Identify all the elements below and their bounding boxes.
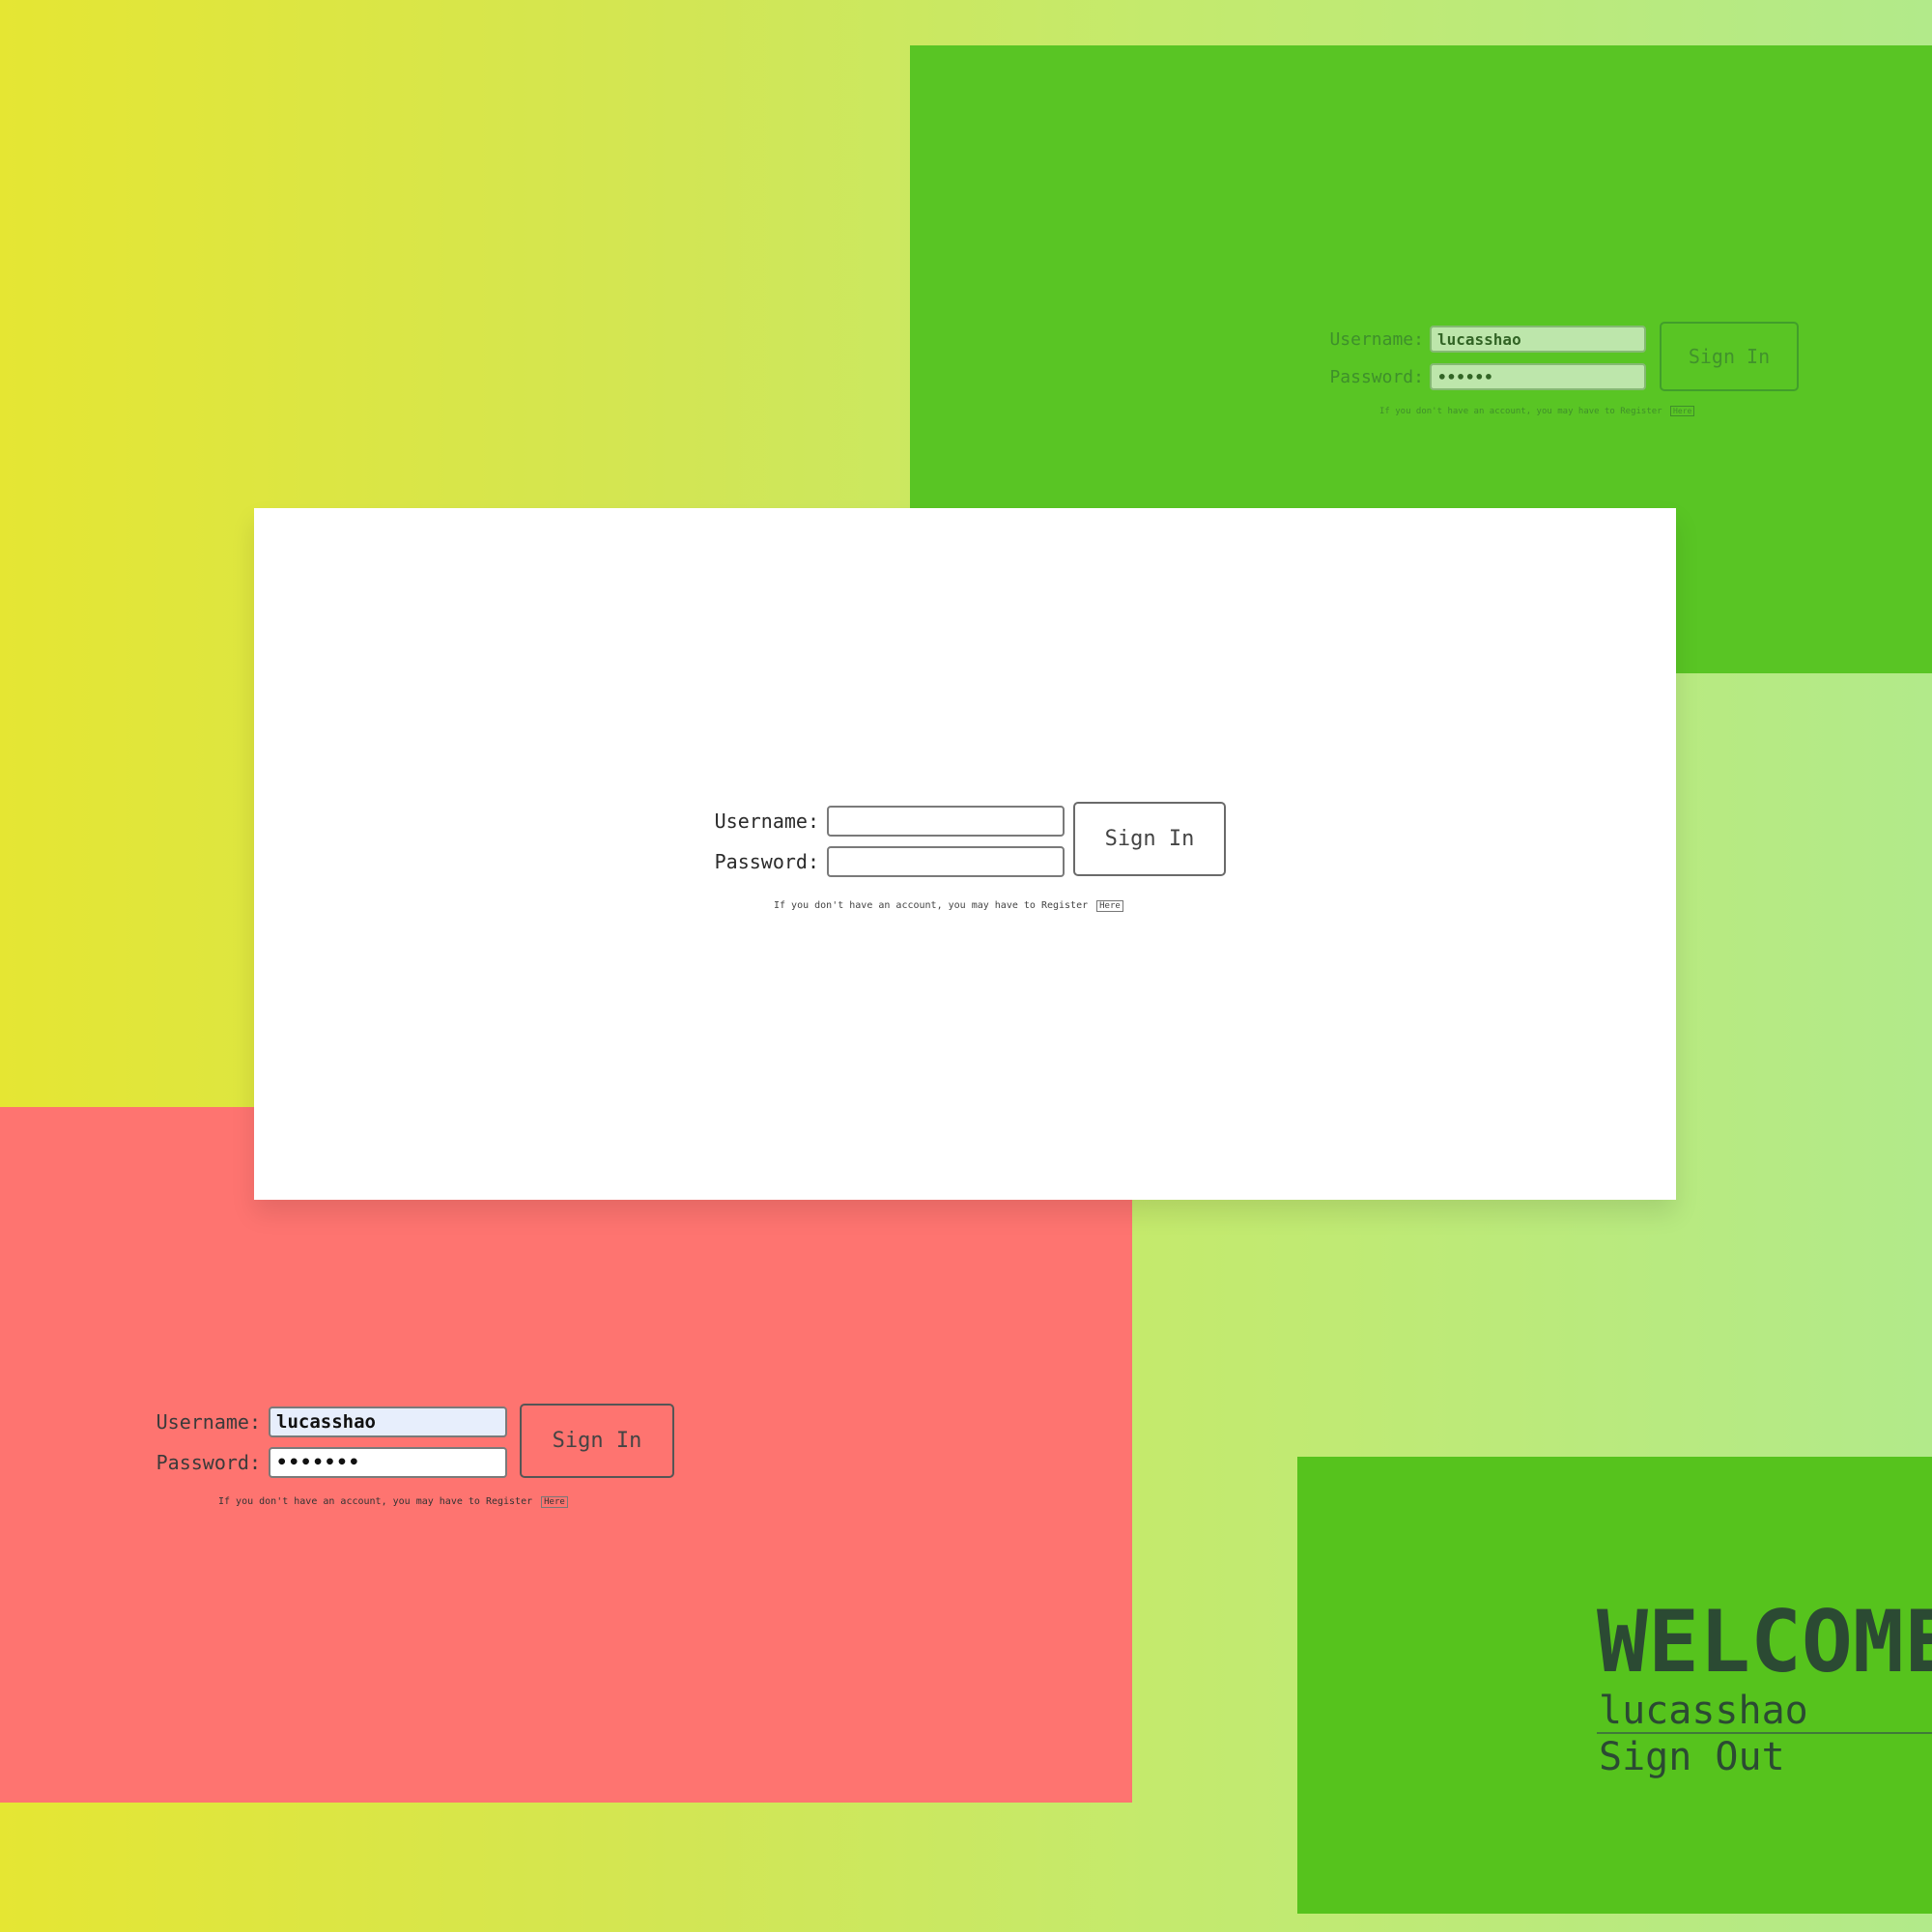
- divider: [1597, 1732, 1932, 1734]
- login-form: Username: Password: Sign In If you don't…: [703, 802, 1244, 922]
- welcome-panel: WELCOME lucasshao Sign Out: [1297, 1457, 1932, 1914]
- password-label: Password:: [1329, 366, 1424, 387]
- password-input[interactable]: •••••••: [269, 1447, 507, 1478]
- username-label: Username:: [1329, 328, 1424, 350]
- login-form: Username: lucasshao Password: •••••• Sig…: [1316, 322, 1799, 422]
- sign-in-button[interactable]: Sign In: [1073, 802, 1226, 876]
- register-note: If you don't have an account, you may ha…: [774, 900, 1123, 912]
- password-row: Password: •••••••: [145, 1447, 507, 1478]
- password-row: Password: ••••••: [1316, 363, 1646, 390]
- register-note-text: If you don't have an account, you may ha…: [218, 1496, 533, 1507]
- login-panel-white: Username: Password: Sign In If you don't…: [254, 508, 1676, 1200]
- sign-in-button[interactable]: Sign In: [1660, 322, 1799, 391]
- welcome-title: WELCOME: [1597, 1592, 1932, 1691]
- login-panel-red: Username: lucasshao Password: ••••••• Si…: [0, 1107, 1132, 1803]
- register-here-link[interactable]: Here: [541, 1496, 568, 1508]
- password-input[interactable]: [827, 846, 1065, 877]
- username-row: Username: lucasshao: [145, 1406, 507, 1437]
- password-label: Password:: [714, 850, 819, 873]
- register-note-text: If you don't have an account, you may ha…: [1379, 407, 1662, 416]
- register-note-text: If you don't have an account, you may ha…: [774, 900, 1089, 911]
- welcome-username: lucasshao: [1599, 1689, 1808, 1733]
- username-row: Username:: [703, 806, 1065, 837]
- register-here-link[interactable]: Here: [1670, 406, 1695, 416]
- username-input[interactable]: lucasshao: [269, 1406, 507, 1437]
- password-input[interactable]: ••••••: [1430, 363, 1646, 390]
- register-here-link[interactable]: Here: [1096, 900, 1123, 912]
- username-row: Username: lucasshao: [1316, 326, 1646, 353]
- password-label: Password:: [156, 1451, 261, 1474]
- username-input[interactable]: [827, 806, 1065, 837]
- register-note: If you don't have an account, you may ha…: [218, 1496, 568, 1508]
- username-label: Username:: [714, 810, 819, 833]
- login-form: Username: lucasshao Password: ••••••• Si…: [145, 1404, 686, 1522]
- sign-out-link[interactable]: Sign Out: [1599, 1735, 1785, 1779]
- username-label: Username:: [156, 1410, 261, 1434]
- register-note: If you don't have an account, you may ha…: [1379, 406, 1695, 416]
- sign-in-button[interactable]: Sign In: [520, 1404, 674, 1478]
- password-row: Password:: [703, 846, 1065, 877]
- username-input[interactable]: lucasshao: [1430, 326, 1646, 353]
